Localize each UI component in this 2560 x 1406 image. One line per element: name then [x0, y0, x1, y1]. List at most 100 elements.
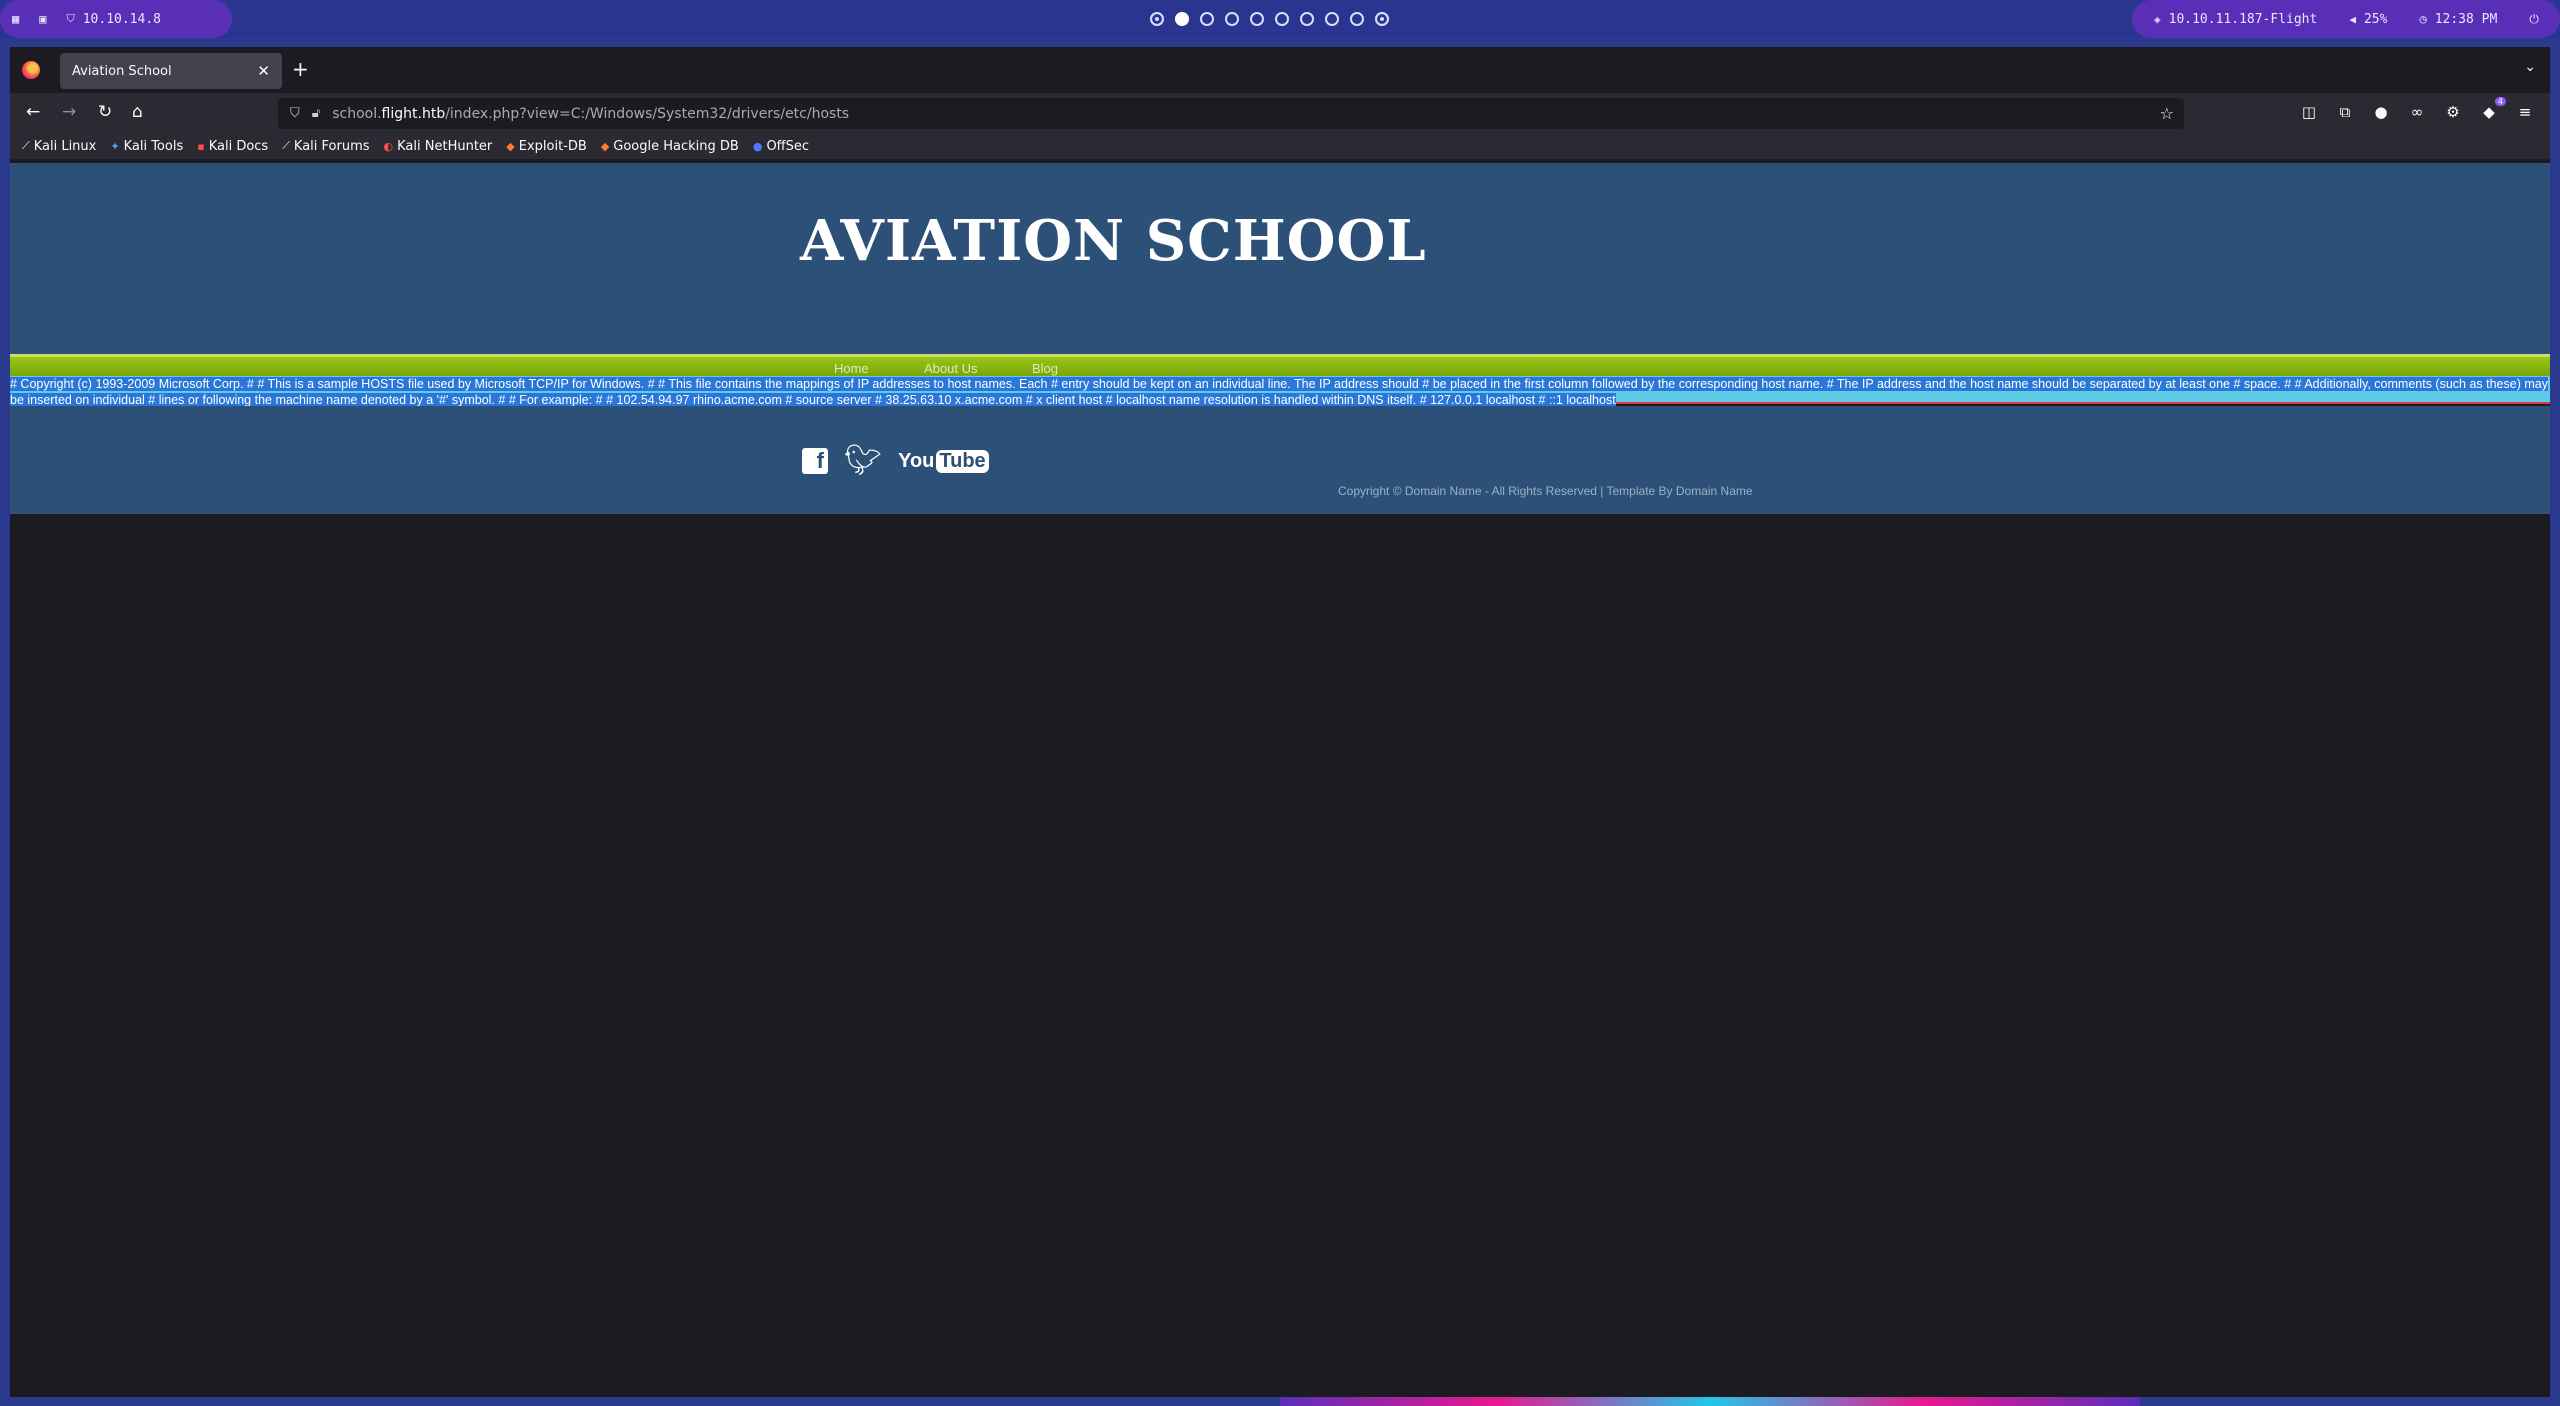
bookmark-label: OffSec — [766, 138, 810, 154]
bookmark-kali-forums[interactable]: ⟋ Kali Forums — [282, 139, 369, 154]
page-viewport: AVIATION SCHOOL Home About Us Blog # Cop… — [10, 163, 2550, 1397]
nethunter-icon: ◐ — [383, 139, 394, 153]
clock[interactable]: ◷ 12:38 PM — [2419, 12, 2497, 27]
target-indicator[interactable]: ◈ 10.10.11.187-Flight — [2154, 12, 2317, 27]
workspace-dot[interactable] — [1200, 12, 1214, 26]
bookmark-label: Kali NetHunter — [397, 138, 493, 154]
target-icon: ◈ — [2154, 12, 2161, 26]
menu-blog-link[interactable]: Blog — [1032, 361, 1058, 376]
bookmark-label: Kali Forums — [293, 138, 370, 154]
youtube-tube-text: Tube — [936, 449, 989, 473]
bookmarks-toolbar: ⟋ Kali Linux ✦ Kali Tools ▪ Kali Docs ⟋ Kali… — [10, 133, 2550, 159]
workspace-dot[interactable] — [1350, 12, 1364, 26]
window-icon[interactable]: ▣ — [39, 12, 46, 26]
speaker-icon: ◀ — [2349, 12, 2356, 26]
extensions-icon[interactable]: ⧉ — [2336, 103, 2354, 121]
hosts-file-text: # Copyright (c) 1993-2009 Microsoft Corp… — [10, 376, 2550, 408]
menu-icon[interactable]: ≡ — [2516, 103, 2534, 121]
reload-icon[interactable]: ↻ — [98, 102, 112, 122]
offsec-icon: ● — [752, 139, 763, 153]
pocket-icon[interactable]: ◫ — [2300, 103, 2318, 121]
workspace-dot[interactable] — [1300, 12, 1314, 26]
kali-dragon-icon: ⟋ — [22, 139, 30, 152]
new-tab-icon[interactable]: + — [292, 57, 309, 81]
menu-home-link[interactable]: Home — [834, 361, 869, 376]
system-panel-left: ▦ ▣ ⛉ 10.10.14.8 — [0, 0, 232, 38]
twitter-icon[interactable]: 🐦︎ — [844, 446, 882, 476]
system-panel: ▦ ▣ ⛉ 10.10.14.8 ◈ 10.10.11.187-Flight ◀… — [0, 0, 2560, 38]
bookmark-label: Exploit-DB — [518, 138, 587, 154]
toolbar-icons: ◫ ⧉ ● ∞ ⚙ ◆ 4 ≡ — [2300, 97, 2534, 121]
bookmark-ghdb[interactable]: ◆ Google Hacking DB — [601, 139, 739, 154]
bookmark-star-icon[interactable]: ☆ — [2160, 104, 2174, 123]
url-path: /index.php?view=C:/Windows/System32/driv… — [445, 105, 850, 122]
browser-window: Aviation School ✕ + ⌄ ← → ↻ ⌂ ⛉ 🔓︎ schoo… — [10, 47, 2550, 1397]
bookmark-kali-linux[interactable]: ⟋ Kali Linux — [22, 139, 96, 154]
bookmark-exploit-db[interactable]: ◆ Exploit-DB — [506, 139, 587, 154]
workspace-dot[interactable] — [1375, 12, 1389, 26]
clock-text: 12:38 PM — [2434, 11, 2498, 27]
clock-icon: ◷ — [2419, 12, 2427, 26]
kali-forums-icon: ⟋ — [282, 139, 290, 152]
desktop-wallpaper — [1280, 1397, 2140, 1406]
selected-hosts-text: # Copyright (c) 1993-2009 Microsoft Corp… — [10, 377, 2548, 407]
forward-icon[interactable]: → — [62, 102, 76, 122]
workspace-dot[interactable] — [1275, 12, 1289, 26]
bookmark-label: Google Hacking DB — [613, 138, 739, 154]
shield-icon: ⛉ — [66, 12, 75, 25]
included-file-output: # Copyright (c) 1993-2009 Microsoft Corp… — [10, 376, 2550, 407]
ghdb-icon: ◆ — [600, 139, 610, 153]
facebook-icon[interactable]: f — [802, 448, 828, 474]
workspace-dot[interactable] — [1225, 12, 1239, 26]
insecure-lock-icon[interactable]: 🔓︎ — [312, 106, 320, 121]
foxyproxy-icon[interactable]: ∞ — [2408, 103, 2426, 121]
cookie-editor-icon[interactable]: ● — [2372, 103, 2390, 121]
site-footer: f 🐦︎ You Tube Copyright © Domain Name - A… — [10, 406, 2550, 514]
url-bar[interactable]: ⛉ 🔓︎ school. flight.htb/index.php?view=C:… — [278, 98, 2184, 129]
workspace-dot-active[interactable] — [1175, 12, 1189, 26]
site-header: AVIATION SCHOOL — [10, 163, 2550, 354]
system-panel-right: ◈ 10.10.11.187-Flight ◀ 25% ◷ 12:38 PM ⏻ — [2132, 0, 2560, 38]
url-host: flight.htb — [381, 105, 446, 122]
kali-docs-icon: ▪ — [197, 139, 205, 153]
bookmark-label: Kali Linux — [33, 138, 97, 154]
bookmark-kali-docs[interactable]: ▪ Kali Docs — [197, 139, 268, 154]
bookmark-kali-tools[interactable]: ✦ Kali Tools — [110, 139, 183, 154]
site-menu: Home About Us Blog — [10, 354, 2550, 376]
power-icon[interactable]: ⏻ — [2529, 12, 2539, 27]
tab-strip: Aviation School ✕ + ⌄ — [10, 47, 2550, 93]
youtube-icon[interactable]: You Tube — [898, 449, 989, 473]
vpn-ip-indicator[interactable]: ⛉ 10.10.14.8 — [66, 12, 161, 27]
tab-title: Aviation School — [72, 63, 172, 79]
firefox-icon — [22, 61, 40, 79]
bookmark-kali-nethunter[interactable]: ◐ Kali NetHunter — [384, 139, 493, 154]
tracking-shield-icon[interactable]: ⛉ — [290, 106, 300, 121]
youtube-you-text: You — [898, 449, 935, 472]
app-grid-icon[interactable]: ▦ — [12, 12, 19, 26]
local-ip-text: 10.10.14.8 — [82, 11, 161, 27]
wappalyzer-icon[interactable]: ◆ 4 — [2480, 97, 2506, 121]
bookmark-offsec[interactable]: ● OffSec — [753, 139, 809, 154]
bookmark-label: Kali Tools — [123, 138, 184, 154]
tab-active[interactable]: Aviation School ✕ — [60, 53, 282, 89]
exploit-db-icon: ◆ — [506, 139, 515, 153]
extension-badge: 4 — [2494, 97, 2506, 106]
menu-about-link[interactable]: About Us — [924, 361, 977, 376]
workspace-switcher — [1150, 0, 1389, 38]
back-icon[interactable]: ← — [26, 102, 40, 122]
volume-text: 25% — [2363, 11, 2388, 27]
kali-tools-icon: ✦ — [110, 139, 120, 153]
bookmark-label: Kali Docs — [208, 138, 269, 154]
workspace-dot[interactable] — [1250, 12, 1264, 26]
settings-icon[interactable]: ⚙ — [2444, 103, 2462, 121]
volume-indicator[interactable]: ◀ 25% — [2349, 12, 2387, 27]
navigation-toolbar: ← → ↻ ⌂ ⛉ 🔓︎ school. flight.htb/index.php… — [10, 93, 2550, 133]
workspace-dot[interactable] — [1150, 12, 1164, 26]
site-title: AVIATION SCHOOL — [800, 208, 1427, 274]
home-icon[interactable]: ⌂ — [132, 102, 143, 122]
close-tab-icon[interactable]: ✕ — [257, 62, 270, 80]
workspace-dot[interactable] — [1325, 12, 1339, 26]
chevron-down-icon[interactable]: ⌄ — [2524, 59, 2536, 75]
target-text: 10.10.11.187-Flight — [2168, 11, 2318, 27]
copyright-text: Copyright © Domain Name - All Rights Res… — [1338, 484, 1753, 498]
